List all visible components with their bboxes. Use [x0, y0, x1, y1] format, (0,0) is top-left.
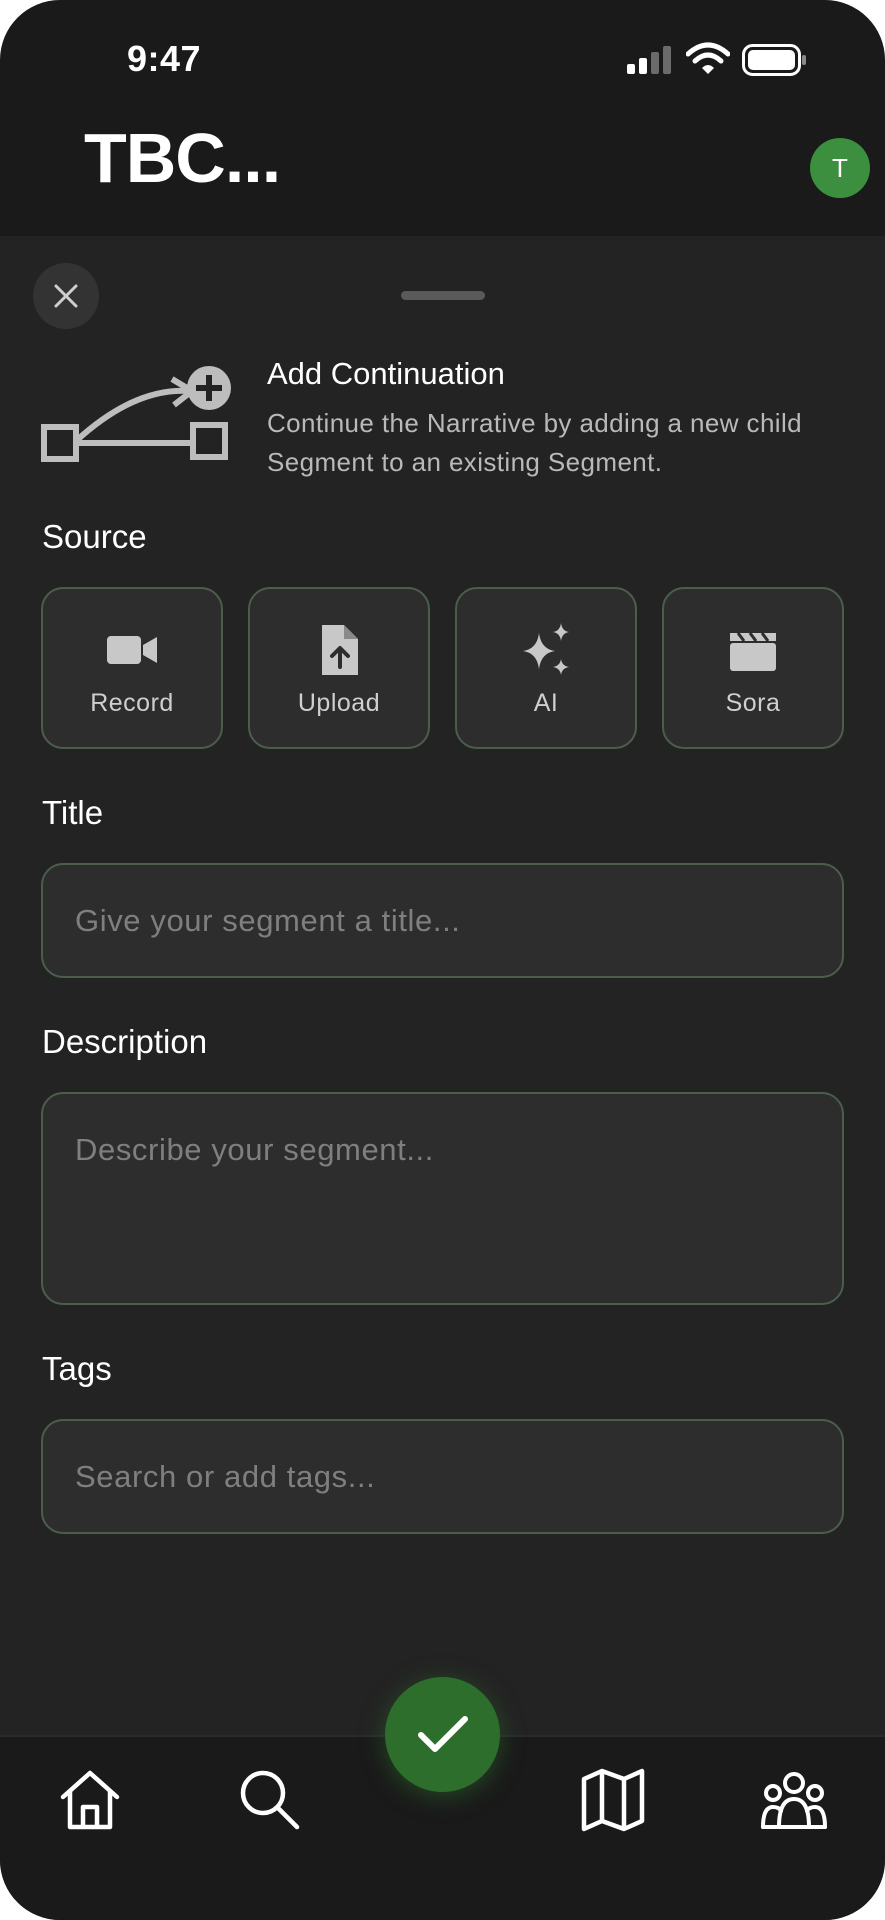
intro-description: Continue the Narrative by adding a new c…	[267, 408, 803, 477]
home-icon[interactable]	[55, 1765, 125, 1835]
source-upload-button[interactable]: Upload	[248, 587, 430, 749]
tags-field	[41, 1419, 844, 1534]
add-continuation-sheet: Add Continuation Continue the Narrative …	[0, 236, 885, 1736]
checkmark-icon	[417, 1715, 468, 1752]
status-time: 9:47	[127, 38, 202, 79]
source-record-label: Record	[90, 689, 174, 717]
map-icon[interactable]	[578, 1765, 648, 1835]
close-icon	[54, 284, 78, 308]
clapperboard-icon	[730, 632, 776, 671]
close-button[interactable]	[33, 263, 99, 329]
source-label: Source	[42, 518, 147, 555]
confirm-fab-button[interactable]	[385, 1677, 500, 1792]
source-options: Record Upload AI Sora	[41, 587, 844, 749]
title-field	[41, 863, 844, 978]
status-bar: 9:47	[0, 0, 885, 110]
title-input[interactable]	[43, 865, 842, 976]
avatar[interactable]: T	[810, 138, 870, 198]
source-sora-label: Sora	[725, 689, 781, 717]
search-icon[interactable]	[235, 1765, 305, 1835]
video-camera-icon	[107, 636, 157, 664]
source-sora-button[interactable]: Sora	[662, 587, 844, 749]
cellular-signal-icon	[627, 46, 671, 74]
sheet-grabber-handle[interactable]	[401, 291, 485, 300]
intro-title: Add Continuation	[267, 356, 505, 391]
app-header: TBC... T	[0, 110, 885, 236]
branch-add-icon	[41, 366, 231, 462]
title-label: Title	[42, 794, 104, 831]
battery-icon	[742, 44, 806, 76]
tags-input[interactable]	[43, 1421, 842, 1532]
description-input[interactable]	[43, 1094, 842, 1303]
app-title: TBC...	[84, 119, 281, 197]
wifi-icon	[686, 42, 730, 74]
file-upload-icon	[322, 625, 358, 675]
source-record-button[interactable]: Record	[41, 587, 223, 749]
description-field	[41, 1092, 844, 1305]
avatar-initial: T	[832, 152, 848, 183]
source-upload-label: Upload	[297, 689, 381, 717]
sparkles-icon	[523, 623, 569, 675]
source-ai-button[interactable]: AI	[455, 587, 637, 749]
description-label: Description	[42, 1023, 208, 1060]
users-icon[interactable]	[759, 1765, 829, 1835]
tags-label: Tags	[42, 1350, 112, 1387]
source-ai-label: AI	[533, 689, 559, 717]
phone-screen: 9:47 TBC... T Add Continuation Continue …	[0, 0, 885, 1920]
